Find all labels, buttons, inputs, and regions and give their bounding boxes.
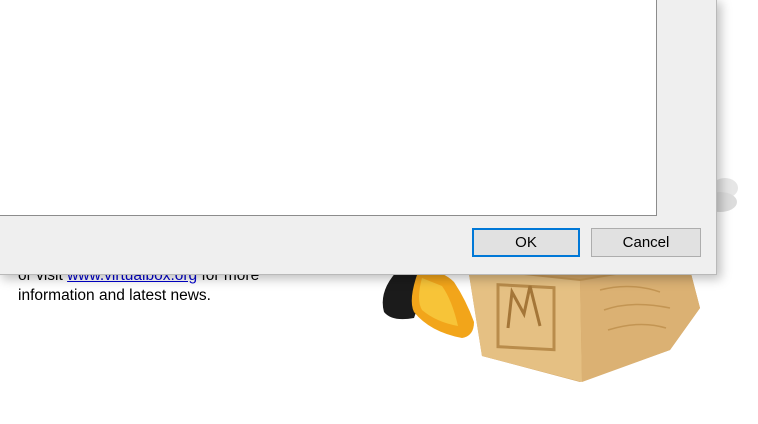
dialog-window: OK Cancel	[0, 0, 717, 275]
cancel-button[interactable]: Cancel	[591, 228, 701, 257]
ok-button[interactable]: OK	[472, 228, 580, 257]
dialog-content-area	[0, 0, 657, 216]
welcome-line2: information and latest news.	[18, 287, 211, 304]
